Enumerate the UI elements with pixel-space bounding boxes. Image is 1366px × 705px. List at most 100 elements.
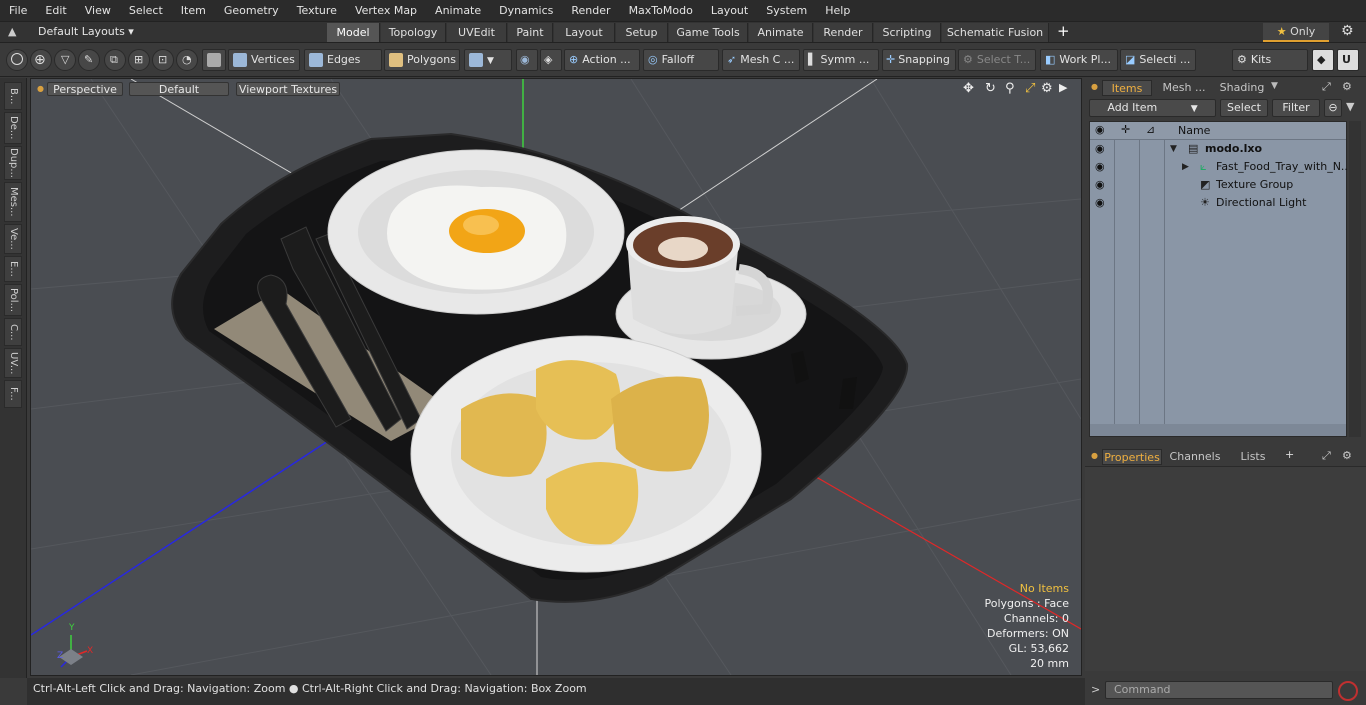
- menu-vertex-map[interactable]: Vertex Map: [346, 0, 426, 21]
- type-column-icon[interactable]: ⊿: [1146, 123, 1155, 136]
- mesh-constraints-button[interactable]: ➶ Mesh C ...: [722, 49, 800, 71]
- menu-system[interactable]: System: [757, 0, 816, 21]
- unreal-button[interactable]: U: [1337, 49, 1359, 71]
- viewport-expand-icon[interactable]: ▶: [1059, 81, 1067, 94]
- center-button[interactable]: ⊡: [152, 49, 174, 71]
- menu-edit[interactable]: Edit: [36, 0, 75, 21]
- menu-animate[interactable]: Animate: [426, 0, 490, 21]
- tab-mesh[interactable]: Mesh ...: [1157, 80, 1211, 96]
- tab-animate[interactable]: Animate: [749, 23, 813, 42]
- funnel-icon[interactable]: ▼: [1346, 100, 1354, 113]
- viewport-settings-icon[interactable]: ⚙: [1041, 81, 1053, 96]
- brush-button[interactable]: ✎: [78, 49, 100, 71]
- vertices-button[interactable]: Vertices: [228, 49, 300, 71]
- selection-sets-button[interactable]: ◪ Selecti ...: [1120, 49, 1196, 71]
- transform-button[interactable]: ⧉: [104, 49, 126, 71]
- only-toggle[interactable]: ★ Only: [1263, 23, 1329, 42]
- select-circle-button[interactable]: [6, 49, 28, 71]
- eye-icon[interactable]: ◉: [1095, 176, 1105, 194]
- visibility-column-icon[interactable]: ◉: [1095, 123, 1105, 136]
- panel-settings-icon[interactable]: ⚙: [1342, 80, 1352, 93]
- move-view-icon[interactable]: ✥: [963, 81, 974, 96]
- item-mode-button[interactable]: [202, 49, 226, 71]
- menu-dynamics[interactable]: Dynamics: [490, 0, 562, 21]
- vtab-basic[interactable]: B...: [4, 82, 22, 110]
- vtab-duplicate[interactable]: Dup...: [4, 146, 22, 180]
- menu-select[interactable]: Select: [120, 0, 172, 21]
- tab-model[interactable]: Model: [327, 23, 380, 42]
- panel-menu-icon[interactable]: ●: [1091, 82, 1098, 91]
- falloff-button[interactable]: ◎ Falloff: [643, 49, 719, 71]
- gear-icon[interactable]: ⚙: [1341, 23, 1354, 39]
- eye-icon[interactable]: ◉: [1095, 158, 1105, 176]
- menu-render[interactable]: Render: [562, 0, 619, 21]
- shading-default-dropdown[interactable]: Default: [129, 82, 229, 96]
- vtab-vertex[interactable]: Ve...: [4, 224, 22, 254]
- tab-overflow-chevron-icon[interactable]: ▼: [1271, 81, 1278, 91]
- unity-button[interactable]: ◆: [1312, 49, 1334, 71]
- globe-button[interactable]: ⊕: [30, 49, 52, 71]
- tab-uvedit[interactable]: UVEdit: [447, 23, 507, 42]
- collapse-arrow-icon[interactable]: ▼: [1170, 140, 1177, 158]
- name-column-header[interactable]: Name: [1178, 124, 1210, 137]
- vtab-edge[interactable]: E...: [4, 256, 22, 282]
- filter-options-button[interactable]: ⊖: [1324, 99, 1342, 117]
- list-item[interactable]: ◉ ▼ ▤ modo.lxo: [1090, 140, 1348, 158]
- expand-panel-icon[interactable]: ⤢: [1322, 80, 1331, 94]
- material-mode-button[interactable]: ▼: [464, 49, 512, 71]
- list-item[interactable]: ◉ ☀ Directional Light: [1090, 194, 1348, 212]
- zoom-view-icon[interactable]: ⚲: [1005, 81, 1015, 96]
- collapse-icon[interactable]: ▲: [8, 25, 16, 38]
- menu-file[interactable]: File: [0, 0, 36, 21]
- expand-panel-icon[interactable]: ⤢: [1322, 449, 1331, 463]
- polygons-button[interactable]: Polygons: [384, 49, 460, 71]
- add-panel-tab-button[interactable]: +: [1285, 448, 1294, 461]
- tab-shading[interactable]: Shading: [1217, 80, 1267, 96]
- symmetry-button[interactable]: ▌ Symm ...: [803, 49, 879, 71]
- 3d-viewport[interactable]: ● Perspective Default Viewport Textures …: [30, 78, 1082, 676]
- action-center-button[interactable]: ⊕ Action ...: [564, 49, 640, 71]
- tab-game-tools[interactable]: Game Tools: [669, 23, 748, 42]
- horizontal-scrollbar[interactable]: [1090, 424, 1346, 436]
- tab-layout[interactable]: Layout: [554, 23, 615, 42]
- panel-settings-icon[interactable]: ⚙: [1342, 449, 1352, 462]
- tab-paint[interactable]: Paint: [508, 23, 553, 42]
- tab-properties[interactable]: Properties: [1102, 449, 1162, 465]
- expand-arrow-icon[interactable]: ▶: [1182, 158, 1189, 176]
- list-item[interactable]: ◉ ◩ Texture Group: [1090, 176, 1348, 194]
- menu-texture[interactable]: Texture: [288, 0, 346, 21]
- vertical-scrollbar[interactable]: [1349, 121, 1361, 437]
- eye-icon[interactable]: ◉: [1095, 140, 1105, 158]
- menu-item[interactable]: Item: [172, 0, 215, 21]
- command-input[interactable]: Command: [1105, 681, 1333, 699]
- tab-topology[interactable]: Topology: [381, 23, 446, 42]
- pen-button[interactable]: ▽: [54, 49, 76, 71]
- eye-icon[interactable]: ◉: [1095, 194, 1105, 212]
- vtab-curve[interactable]: C...: [4, 318, 22, 346]
- align-button[interactable]: ⊞: [128, 49, 150, 71]
- work-plane-button[interactable]: ◧ Work Pl...: [1040, 49, 1118, 71]
- menu-layout[interactable]: Layout: [702, 0, 757, 21]
- menu-view[interactable]: View: [76, 0, 120, 21]
- viewport-textures-dropdown[interactable]: Viewport Textures: [236, 82, 340, 96]
- viewport-menu-icon[interactable]: ●: [37, 84, 44, 93]
- tab-lists[interactable]: Lists: [1228, 449, 1278, 465]
- kits-button[interactable]: ⚙ Kits: [1232, 49, 1308, 71]
- menu-geometry[interactable]: Geometry: [215, 0, 288, 21]
- list-item[interactable]: ◉ ▶ ⟀ Fast_Food_Tray_with_N...: [1090, 158, 1351, 176]
- vtab-polygon[interactable]: Pol...: [4, 284, 22, 316]
- snapping-button[interactable]: ✛ Snapping: [882, 49, 956, 71]
- menu-help[interactable]: Help: [816, 0, 859, 21]
- select-button[interactable]: Select: [1220, 99, 1268, 117]
- rotate-button[interactable]: ◔: [176, 49, 198, 71]
- filter-button[interactable]: Filter: [1272, 99, 1320, 117]
- tab-scripting[interactable]: Scripting: [874, 23, 941, 42]
- add-item-button[interactable]: Add Item ▼: [1089, 99, 1216, 117]
- vtab-mesh-edit[interactable]: Mes...: [4, 182, 22, 222]
- vtab-deform[interactable]: De...: [4, 112, 22, 144]
- sphere-mode-button[interactable]: ◈: [540, 49, 562, 71]
- perspective-dropdown[interactable]: Perspective: [47, 82, 123, 96]
- fit-view-icon[interactable]: ⤢: [1025, 81, 1035, 96]
- tab-channels[interactable]: Channels: [1165, 449, 1225, 465]
- panel-menu-icon[interactable]: ●: [1091, 451, 1098, 460]
